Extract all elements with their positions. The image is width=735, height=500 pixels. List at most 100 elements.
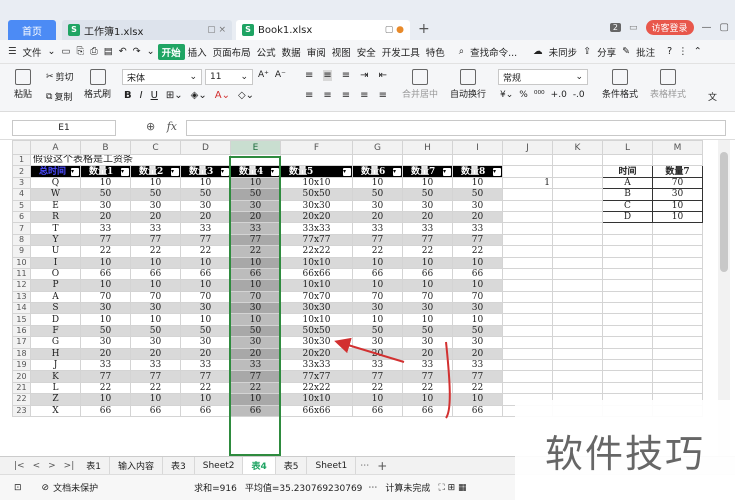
menu-file[interactable]: 文件 bbox=[20, 45, 45, 59]
last-sheet-icon[interactable]: >| bbox=[60, 461, 79, 471]
cloud-icon[interactable]: ☁ bbox=[530, 46, 546, 57]
search-icon[interactable]: ⌕ bbox=[456, 46, 467, 57]
underline-icon[interactable]: U bbox=[151, 90, 158, 101]
fill-color-icon[interactable]: ◈⌄ bbox=[191, 90, 207, 101]
format-painter-button[interactable]: 格式刷 bbox=[84, 69, 111, 100]
chevron-down-icon[interactable]: ⌄ bbox=[45, 46, 59, 57]
table-style-button[interactable]: 表格样式 bbox=[650, 69, 686, 100]
window-count-badge[interactable]: 2 bbox=[609, 23, 622, 32]
cut-button[interactable]: ✂ 剪切 bbox=[46, 70, 74, 84]
menu-developer[interactable]: 开发工具 bbox=[379, 45, 423, 59]
wrap-text-button[interactable]: 自动换行 bbox=[450, 69, 486, 100]
decrease-decimal-icon[interactable]: -.0 bbox=[573, 90, 585, 100]
number-format-select[interactable]: 常规 ⌄ bbox=[498, 69, 588, 85]
sheet-tab[interactable]: Sheet2 bbox=[195, 456, 244, 475]
zoom-icon[interactable]: ⊕ bbox=[146, 120, 155, 133]
save-icon[interactable]: ▭ bbox=[59, 46, 74, 57]
tab-close-icon[interactable]: ▢ × bbox=[197, 25, 226, 35]
menu-page-layout[interactable]: 页面布局 bbox=[210, 45, 254, 59]
increase-decimal-icon[interactable]: +.0 bbox=[551, 90, 567, 100]
percent-icon[interactable]: % bbox=[519, 90, 528, 100]
redo-icon[interactable]: ↷ bbox=[130, 46, 144, 57]
text-tool-button[interactable]: 文 bbox=[708, 90, 717, 103]
justify-icon[interactable]: ≡ bbox=[360, 90, 368, 101]
comment-icon[interactable]: ✎ bbox=[619, 46, 633, 57]
sheet-tab[interactable]: 输入内容 bbox=[110, 456, 163, 475]
align-center-icon[interactable]: ≡ bbox=[323, 90, 331, 101]
comment-button[interactable]: 批注 bbox=[633, 45, 658, 59]
menu-data[interactable]: 数据 bbox=[279, 45, 304, 59]
next-sheet-icon[interactable]: > bbox=[44, 461, 60, 471]
currency-icon[interactable]: ¥⌄ bbox=[500, 90, 513, 100]
border-icon[interactable]: ⊞⌄ bbox=[166, 90, 183, 101]
merge-center-button[interactable]: 合并居中 bbox=[402, 69, 438, 100]
window-mode-icon[interactable]: ▭ bbox=[629, 23, 638, 33]
sheet-tab[interactable]: 表3 bbox=[163, 456, 195, 475]
sheet-icon[interactable]: ⊡ bbox=[14, 483, 22, 493]
visitor-login-button[interactable]: 访客登录 bbox=[645, 20, 694, 35]
menu-security[interactable]: 安全 bbox=[354, 45, 379, 59]
sheet-tab[interactable]: 表1 bbox=[78, 456, 110, 475]
print-icon[interactable]: ⎙ bbox=[87, 46, 101, 57]
copy-button[interactable]: ⧉ 复制 bbox=[46, 90, 72, 104]
tab-workbook1[interactable]: S 工作簿1.xlsx ▢ × bbox=[62, 20, 232, 40]
protect-status[interactable]: 文档未保护 bbox=[53, 481, 98, 494]
preview-icon[interactable]: ▤ bbox=[101, 46, 116, 57]
more-sheets-icon[interactable]: ⋯ bbox=[356, 461, 373, 471]
font-grow-icon[interactable]: A⁺ bbox=[258, 70, 269, 80]
collapse-ribbon-icon[interactable]: ⌃ bbox=[691, 46, 705, 57]
align-right-icon[interactable]: ≡ bbox=[342, 90, 350, 101]
tab-close-icon[interactable]: ▢ ● bbox=[375, 25, 404, 35]
more-chevron-icon[interactable]: ⌄ bbox=[144, 46, 158, 57]
menu-start[interactable]: 开始 bbox=[157, 43, 185, 60]
align-bottom-icon[interactable]: ≡ bbox=[342, 70, 350, 81]
export-icon[interactable]: ⎘ bbox=[74, 46, 88, 57]
clear-format-icon[interactable]: ◇⌄ bbox=[238, 90, 254, 101]
command-search[interactable]: 查找命令... bbox=[467, 45, 520, 59]
outdent-icon[interactable]: ⇤ bbox=[379, 70, 387, 81]
thousands-icon[interactable]: ⁰⁰⁰ bbox=[534, 90, 545, 100]
minimize-icon[interactable]: — bbox=[702, 22, 712, 33]
fx-icon[interactable]: fx bbox=[167, 120, 177, 133]
hamburger-icon[interactable]: ☰ bbox=[0, 46, 20, 57]
menu-special[interactable]: 特色 bbox=[423, 45, 448, 59]
bold-icon[interactable]: B bbox=[124, 90, 132, 101]
menu-review[interactable]: 审阅 bbox=[304, 45, 329, 59]
prev-sheet-icon[interactable]: < bbox=[29, 461, 45, 471]
font-color-icon[interactable]: A⌄ bbox=[215, 90, 230, 101]
share-icon[interactable]: ⇪ bbox=[580, 46, 594, 57]
align-top-icon[interactable]: ≡ bbox=[305, 70, 313, 81]
add-sheet-icon[interactable]: + bbox=[373, 459, 391, 473]
indent-icon[interactable]: ⇥ bbox=[360, 70, 368, 81]
font-size-select[interactable]: 11 ⌄ bbox=[205, 69, 253, 85]
align-left-icon[interactable]: ≡ bbox=[305, 90, 313, 101]
conditional-format-button[interactable]: 条件格式 bbox=[602, 69, 638, 100]
view-mode-icons[interactable]: ⛶ ⊞ ▦ bbox=[438, 483, 466, 493]
maximize-icon[interactable]: ▢ bbox=[720, 22, 729, 33]
paste-button[interactable]: 粘贴 bbox=[14, 69, 32, 100]
scroll-thumb[interactable] bbox=[720, 152, 728, 272]
sheet-tab[interactable]: 表5 bbox=[276, 456, 308, 475]
sheet-tab[interactable]: Sheet1 bbox=[307, 456, 357, 475]
formula-input[interactable] bbox=[186, 120, 726, 136]
menu-view[interactable]: 视图 bbox=[329, 45, 354, 59]
menu-insert[interactable]: 插入 bbox=[185, 45, 210, 59]
more-icon[interactable]: ⋮ bbox=[675, 46, 691, 57]
first-sheet-icon[interactable]: |< bbox=[0, 461, 29, 471]
font-shrink-icon[interactable]: A⁻ bbox=[275, 70, 286, 80]
name-box[interactable]: E1 bbox=[12, 120, 116, 136]
new-tab-plus-icon[interactable]: + bbox=[418, 21, 430, 37]
help-icon[interactable]: ? bbox=[664, 46, 675, 57]
share-button[interactable]: 分享 bbox=[594, 45, 619, 59]
more-stats-icon[interactable]: ⋯ bbox=[368, 483, 377, 493]
sync-status[interactable]: 未同步 bbox=[546, 45, 581, 59]
italic-icon[interactable]: I bbox=[140, 90, 143, 101]
menu-formula[interactable]: 公式 bbox=[254, 45, 279, 59]
distribute-icon[interactable]: ≡ bbox=[379, 90, 387, 101]
sheet-tab[interactable]: 表4 bbox=[243, 456, 276, 475]
tab-book1[interactable]: S Book1.xlsx ▢ ● bbox=[236, 20, 410, 40]
font-name-select[interactable]: 宋体 ⌄ bbox=[122, 69, 202, 85]
home-tab[interactable]: 首页 bbox=[8, 20, 56, 40]
undo-icon[interactable]: ↶ bbox=[116, 46, 130, 57]
align-middle-icon[interactable]: ≡ bbox=[323, 70, 332, 81]
